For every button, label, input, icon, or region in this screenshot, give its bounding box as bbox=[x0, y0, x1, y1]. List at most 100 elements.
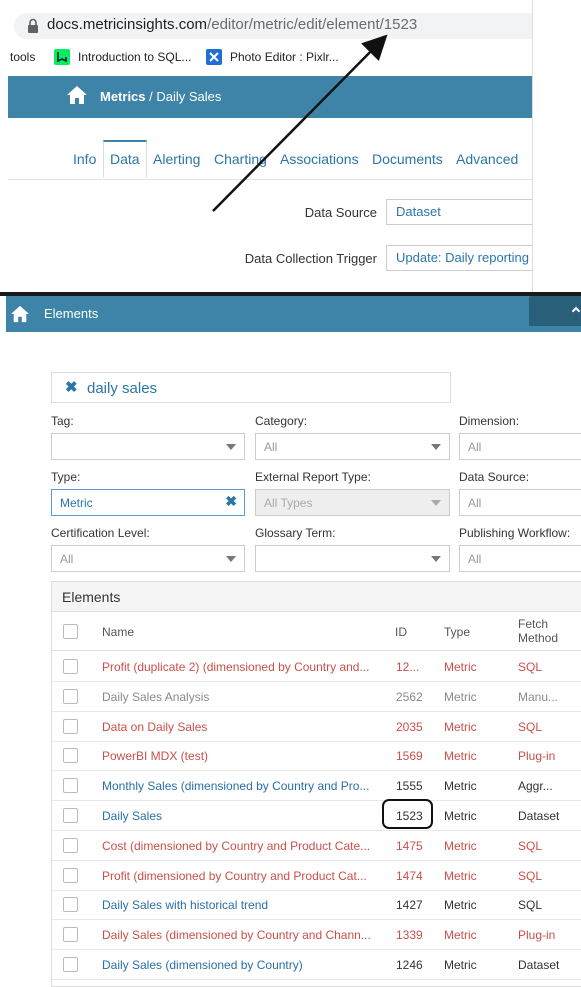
bookmark-tools[interactable]: tools bbox=[10, 50, 35, 64]
row-checkbox[interactable] bbox=[63, 718, 78, 734]
breadcrumb: Metrics / Daily Sales bbox=[100, 89, 221, 104]
table-row[interactable]: Profit (dimensioned by Country and Produ… bbox=[52, 861, 581, 891]
bookmark-pixlr[interactable]: Photo Editor : Pixlr... bbox=[230, 50, 339, 64]
element-name-link[interactable]: Cost (dimensioned by Country and Product… bbox=[102, 839, 378, 853]
tab-documents[interactable]: Documents bbox=[372, 151, 443, 167]
tab-info[interactable]: Info bbox=[73, 151, 96, 167]
home-icon[interactable] bbox=[66, 85, 88, 105]
breadcrumb-metrics-link[interactable]: Metrics bbox=[100, 89, 146, 104]
chevron-down-icon bbox=[431, 500, 441, 506]
data-source-filter-label: Data Source: bbox=[459, 470, 530, 484]
elements-screenshot: Elements ✖ daily sales Tag: Category: Al… bbox=[0, 296, 581, 987]
row-checkbox[interactable] bbox=[63, 748, 78, 764]
publishing-workflow-label: Publishing Workflow: bbox=[459, 526, 571, 540]
type-label: Type: bbox=[51, 470, 81, 484]
tag-label: Tag: bbox=[51, 414, 74, 428]
element-type: Metric bbox=[444, 928, 477, 943]
chevron-down-icon bbox=[431, 444, 441, 450]
table-row[interactable]: Daily Sales 1523 Metric Dataset bbox=[52, 801, 581, 831]
table-row[interactable]: Cost (dimensioned by Country and Product… bbox=[52, 831, 581, 861]
panel-title-bar: Elements bbox=[52, 582, 581, 612]
data-source-label: Data Source bbox=[304, 205, 377, 220]
certification-level-select[interactable]: All bbox=[51, 545, 245, 572]
row-checkbox[interactable] bbox=[63, 778, 78, 794]
table-row[interactable]: Daily Sales (dimensioned by Country and … bbox=[52, 920, 581, 951]
row-checkbox[interactable] bbox=[63, 897, 78, 913]
element-id: 1555 bbox=[396, 779, 423, 794]
column-header-name[interactable]: Name bbox=[102, 625, 134, 639]
element-type: Metric bbox=[444, 838, 477, 853]
table-row[interactable]: Daily Sales with historical trend 1427 Met… bbox=[52, 890, 581, 921]
element-type: Metric bbox=[444, 958, 477, 972]
table-row[interactable]: PowerBI MDX (test) 1569 Metric Plug-in bbox=[52, 741, 581, 772]
column-header-fetch-method[interactable]: Fetch Method bbox=[518, 617, 558, 645]
table-row[interactable]: Monthly Sales (dimensioned by Country an… bbox=[52, 771, 581, 802]
element-name-link[interactable]: Daily Sales bbox=[102, 809, 378, 823]
row-checkbox[interactable] bbox=[63, 927, 78, 943]
table-row[interactable]: Profit (duplicate 2) (dimensioned by Cou… bbox=[52, 652, 581, 682]
elements-header-bar: Elements bbox=[6, 296, 581, 332]
breadcrumb-current: Daily Sales bbox=[156, 89, 222, 104]
breadcrumb-separator: / bbox=[145, 89, 157, 104]
glossary-term-label: Glossary Term: bbox=[255, 526, 336, 540]
element-name-link[interactable]: Daily Sales (dimensioned by Country) bbox=[102, 958, 378, 972]
table-row[interactable]: Daily Sales (dimensioned by Country) 1246… bbox=[52, 950, 581, 980]
column-header-fetch-line2: Method bbox=[518, 631, 559, 645]
home-icon[interactable] bbox=[10, 305, 30, 323]
type-select[interactable]: Metric ✖ bbox=[51, 489, 245, 516]
row-checkbox[interactable] bbox=[63, 688, 78, 704]
column-header-id[interactable]: ID bbox=[395, 625, 407, 639]
lock-icon bbox=[28, 18, 38, 33]
column-header-type[interactable]: Type bbox=[444, 625, 470, 639]
data-source-filter-value: All bbox=[468, 496, 482, 510]
category-select[interactable]: All bbox=[255, 433, 450, 460]
element-fetch-method: SQL bbox=[518, 898, 543, 913]
element-name-link[interactable]: Data on Daily Sales bbox=[102, 720, 378, 734]
select-all-checkbox[interactable] bbox=[63, 624, 78, 639]
bookmarks-bar: tools Introduction to SQL... Photo Edito… bbox=[0, 46, 532, 70]
element-fetch-method: SQL bbox=[518, 868, 543, 883]
elements-table-panel: Elements Name ID Type Fetch Method Profit… bbox=[51, 581, 581, 987]
data-collection-trigger-select[interactable]: Update: Daily reporting bbox=[386, 245, 532, 271]
datacamp-icon bbox=[54, 49, 70, 65]
element-name-link[interactable]: Profit (duplicate 2) (dimensioned by Cou… bbox=[102, 660, 378, 674]
tab-advanced[interactable]: Advanced bbox=[456, 151, 518, 167]
tab-charting[interactable]: Charting bbox=[214, 151, 267, 167]
page-title: Elements bbox=[44, 306, 99, 321]
row-checkbox[interactable] bbox=[63, 867, 78, 883]
element-name-link[interactable]: PowerBI MDX (test) bbox=[102, 749, 378, 763]
row-checkbox[interactable] bbox=[63, 808, 78, 823]
header-menu-button[interactable] bbox=[529, 296, 581, 326]
url-text[interactable]: docs.metricinsights.com/editor/metric/ed… bbox=[47, 16, 417, 33]
tab-data[interactable]: Data bbox=[103, 140, 147, 178]
editor-tabs: Info Data Alerting Charting Associations… bbox=[8, 118, 532, 180]
element-name-link[interactable]: Daily Sales (dimensioned by Country and … bbox=[102, 928, 378, 942]
row-checkbox[interactable] bbox=[63, 659, 78, 674]
tab-associations[interactable]: Associations bbox=[280, 151, 359, 167]
url-host: docs.metricinsights.com bbox=[47, 16, 208, 33]
tag-select[interactable] bbox=[51, 433, 245, 460]
clear-icon[interactable]: ✖ bbox=[225, 493, 237, 510]
table-row[interactable]: Data on Daily Sales 2035 Metric SQL bbox=[52, 712, 581, 742]
close-icon[interactable]: ✖ bbox=[65, 378, 78, 396]
element-name-link[interactable]: Profit (dimensioned by Country and Produ… bbox=[102, 869, 378, 883]
chevron-down-icon bbox=[226, 444, 236, 450]
glossary-term-select[interactable] bbox=[255, 545, 450, 572]
data-source-select[interactable]: Dataset bbox=[386, 199, 532, 225]
chevron-down-icon bbox=[226, 556, 236, 562]
tab-alerting[interactable]: Alerting bbox=[153, 151, 200, 167]
element-fetch-method: Manu... bbox=[518, 689, 559, 704]
publishing-workflow-select[interactable]: All bbox=[459, 545, 581, 572]
address-bar[interactable]: docs.metricinsights.com/editor/metric/ed… bbox=[14, 13, 532, 39]
row-checkbox[interactable] bbox=[63, 957, 78, 972]
element-name-link[interactable]: Daily Sales with historical trend bbox=[102, 898, 378, 912]
element-name-link[interactable]: Daily Sales Analysis bbox=[102, 690, 378, 704]
row-checkbox[interactable] bbox=[63, 837, 78, 853]
data-source-filter-select[interactable]: All bbox=[459, 489, 581, 516]
dimension-select[interactable]: All bbox=[459, 433, 581, 460]
column-header-fetch-line1: Fetch bbox=[518, 617, 549, 631]
element-name-link[interactable]: Monthly Sales (dimensioned by Country an… bbox=[102, 779, 378, 793]
table-row[interactable]: Daily Sales Analysis 2562 Metric Manu... bbox=[52, 682, 581, 712]
search-filter-chip[interactable]: ✖ daily sales bbox=[51, 372, 451, 403]
bookmark-sql-intro[interactable]: Introduction to SQL... bbox=[78, 50, 191, 64]
